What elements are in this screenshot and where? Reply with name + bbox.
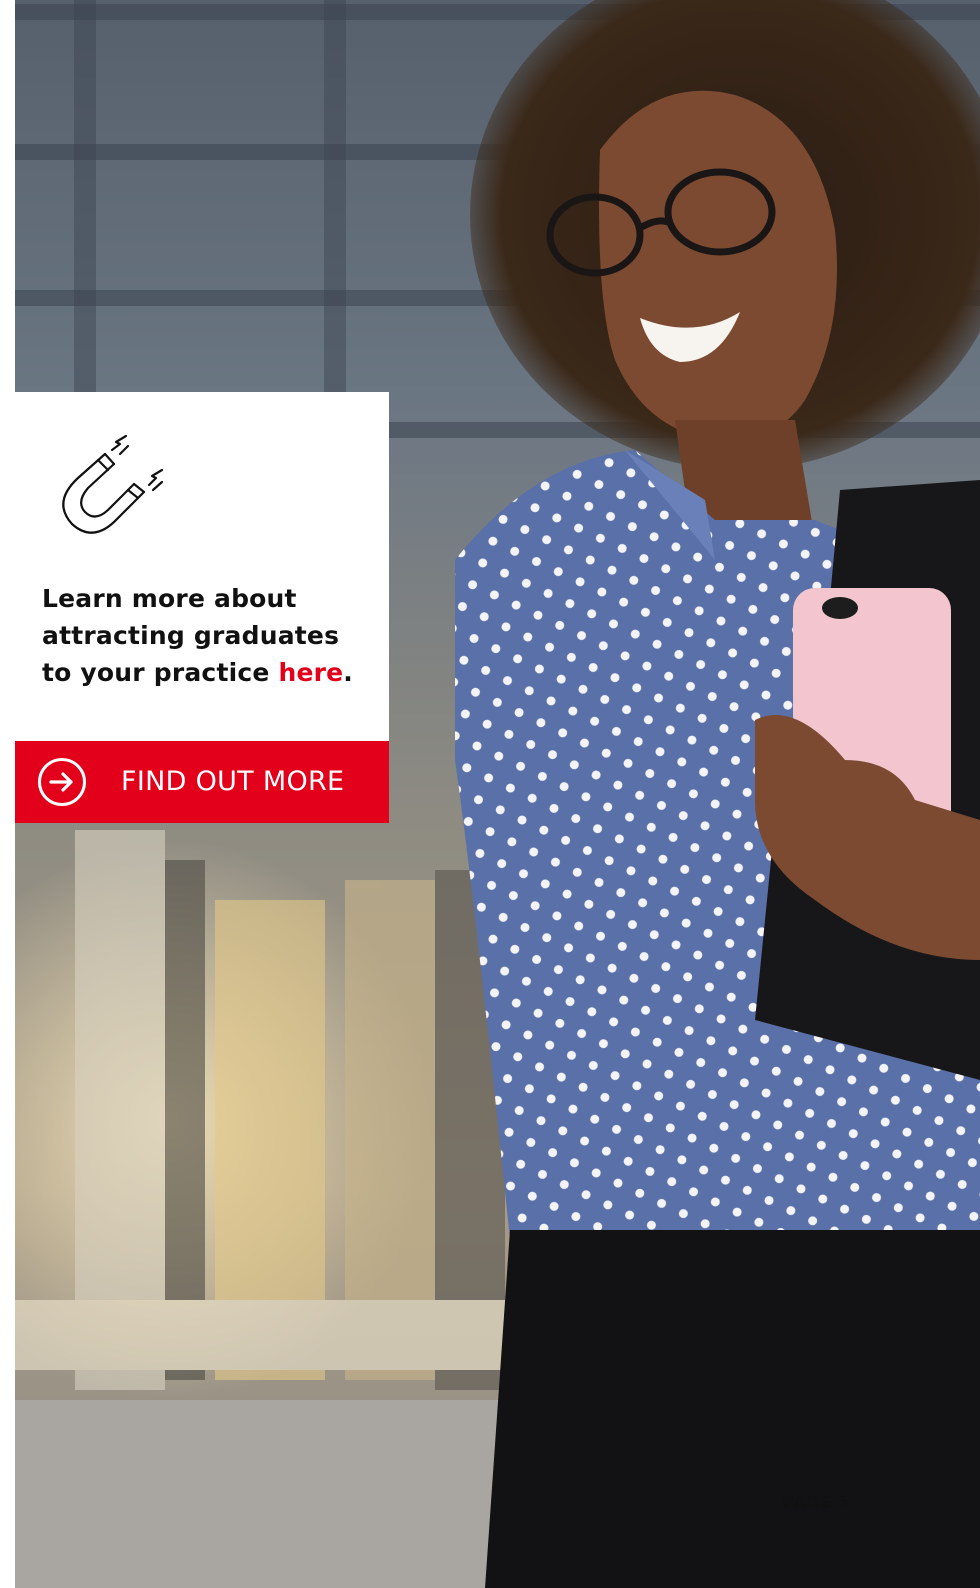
page: Learn more about attracting graduates to…: [0, 0, 980, 1588]
arrow-right-circle-icon: [38, 758, 86, 806]
card-text: Learn more about attracting graduates to…: [42, 580, 372, 691]
find-out-more-label: FIND OUT MORE: [121, 766, 345, 797]
find-out-more-button[interactable]: FIND OUT MORE: [15, 741, 389, 823]
magnet-icon: [62, 434, 164, 534]
page-number-value: 5: [837, 1493, 848, 1513]
card-text-period: .: [343, 658, 353, 687]
page-number: PAGE 5: [782, 1492, 848, 1514]
page-number-label: PAGE: [782, 1493, 832, 1513]
here-link[interactable]: here: [278, 658, 343, 687]
